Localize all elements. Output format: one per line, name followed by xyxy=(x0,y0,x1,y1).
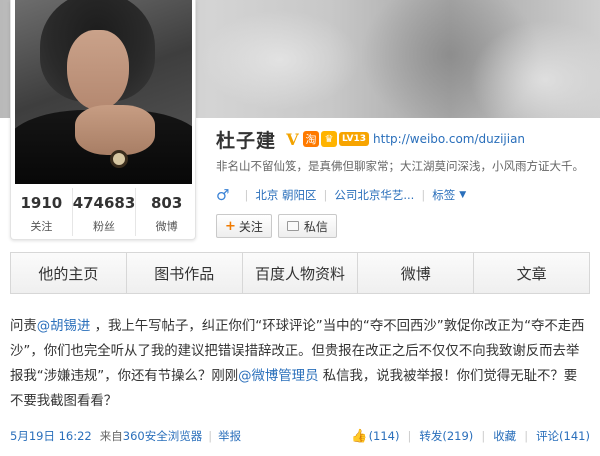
tab-home[interactable]: 他的主页 xyxy=(11,253,127,293)
tab-books[interactable]: 图书作品 xyxy=(127,253,243,293)
avatar-face xyxy=(67,30,129,110)
male-icon: ♂ xyxy=(216,186,230,204)
avatar-hands xyxy=(75,105,155,155)
plus-icon: + xyxy=(225,218,236,234)
stat-posts[interactable]: 803 微博 xyxy=(136,188,197,236)
taobao-icon[interactable]: 淘 xyxy=(303,131,320,147)
tab-weibo[interactable]: 微博 xyxy=(358,253,475,293)
divider: | xyxy=(407,429,412,443)
weibo-post: 问责@胡锡进 ，我上午写帖子，纠正你们“环球评论”当中的“夺不回西沙”敦促你改正… xyxy=(10,314,590,414)
mention-link[interactable]: @微博管理员 xyxy=(238,369,318,384)
profile-nav: 他的主页 图书作品 百度人物资料 微博 文章 xyxy=(10,252,590,294)
profile-card: 1910 关注 474683 粉丝 803 微博 xyxy=(10,0,196,240)
source-prefix: 来自 xyxy=(99,429,123,443)
divider: | xyxy=(481,429,486,443)
chevron-down-icon[interactable]: ▼ xyxy=(459,190,466,200)
crown-icon[interactable]: ♛ xyxy=(321,131,338,147)
like-count[interactable]: (114) xyxy=(369,429,400,443)
follow-label: 关注 xyxy=(238,219,263,234)
divider: | xyxy=(208,429,213,443)
tab-articles[interactable]: 文章 xyxy=(474,253,589,293)
divider: | xyxy=(524,429,529,443)
stat-label: 微博 xyxy=(155,220,178,233)
stat-count: 803 xyxy=(151,194,183,212)
report-link[interactable]: 举报 xyxy=(218,428,241,444)
profile-url-link[interactable]: http://weibo.com/duzijian xyxy=(373,132,525,146)
mention-link[interactable]: @胡锡进 xyxy=(37,319,91,334)
profile-actions: + 关注 私信 xyxy=(216,214,337,238)
avatar-watch xyxy=(110,150,128,168)
location-link[interactable]: 北京 朝阳区 xyxy=(255,187,316,203)
message-button[interactable]: 私信 xyxy=(277,214,337,238)
follow-button[interactable]: + 关注 xyxy=(216,214,272,238)
level-badge[interactable]: LV13 xyxy=(339,132,370,146)
verified-icon[interactable]: V xyxy=(284,130,301,149)
stat-label: 粉丝 xyxy=(93,220,115,233)
post-footer: 5月19日 16:22 来自 360安全浏览器 | 举报 👍 (114) | 转… xyxy=(10,427,590,445)
profile-bio: 非名山不留仙笈，是真佛但聊家常；大江湖莫问深浅，小风雨方证大千。 xyxy=(216,159,584,173)
avatar[interactable] xyxy=(15,0,192,184)
comment-link[interactable]: 评论(141) xyxy=(536,428,590,444)
envelope-icon xyxy=(286,221,299,231)
favorite-link[interactable]: 收藏 xyxy=(493,428,516,444)
stats-bar: 1910 关注 474683 粉丝 803 微博 xyxy=(11,188,197,236)
divider: | xyxy=(323,188,328,202)
profile-meta: ♂ | 北京 朝阳区 | 公司北京华艺... | 标签 ▼ xyxy=(216,186,466,204)
source-link[interactable]: 360安全浏览器 xyxy=(123,428,202,444)
tab-baidu-profile[interactable]: 百度人物资料 xyxy=(243,253,359,293)
divider: | xyxy=(244,188,249,202)
post-timestamp[interactable]: 5月19日 16:22 xyxy=(10,428,92,444)
stat-following[interactable]: 1910 关注 xyxy=(11,188,73,236)
company-link[interactable]: 公司北京华艺... xyxy=(334,187,414,203)
stat-count: 474683 xyxy=(72,194,136,212)
stat-followers[interactable]: 474683 粉丝 xyxy=(73,188,137,236)
thumbs-up-icon[interactable]: 👍 xyxy=(351,429,367,444)
profile-name: 杜子建 xyxy=(216,129,277,152)
tags-dropdown[interactable]: 标签 xyxy=(432,187,455,203)
divider: | xyxy=(421,188,426,202)
post-actions: 👍 (114) | 转发(219) | 收藏 | 评论(141) xyxy=(351,428,590,444)
post-text: 问责@胡锡进 ，我上午写帖子，纠正你们“环球评论”当中的“夺不回西沙”敦促你改正… xyxy=(10,314,590,414)
message-label: 私信 xyxy=(303,219,328,234)
post-text-part: 问责 xyxy=(10,319,37,334)
repost-link[interactable]: 转发(219) xyxy=(419,428,473,444)
name-row: 杜子建 V 淘 ♛ LV13 http://weibo.com/duzijian xyxy=(216,126,525,152)
stat-label: 关注 xyxy=(30,220,53,233)
stat-count: 1910 xyxy=(20,194,63,212)
cover-texture xyxy=(200,10,360,110)
